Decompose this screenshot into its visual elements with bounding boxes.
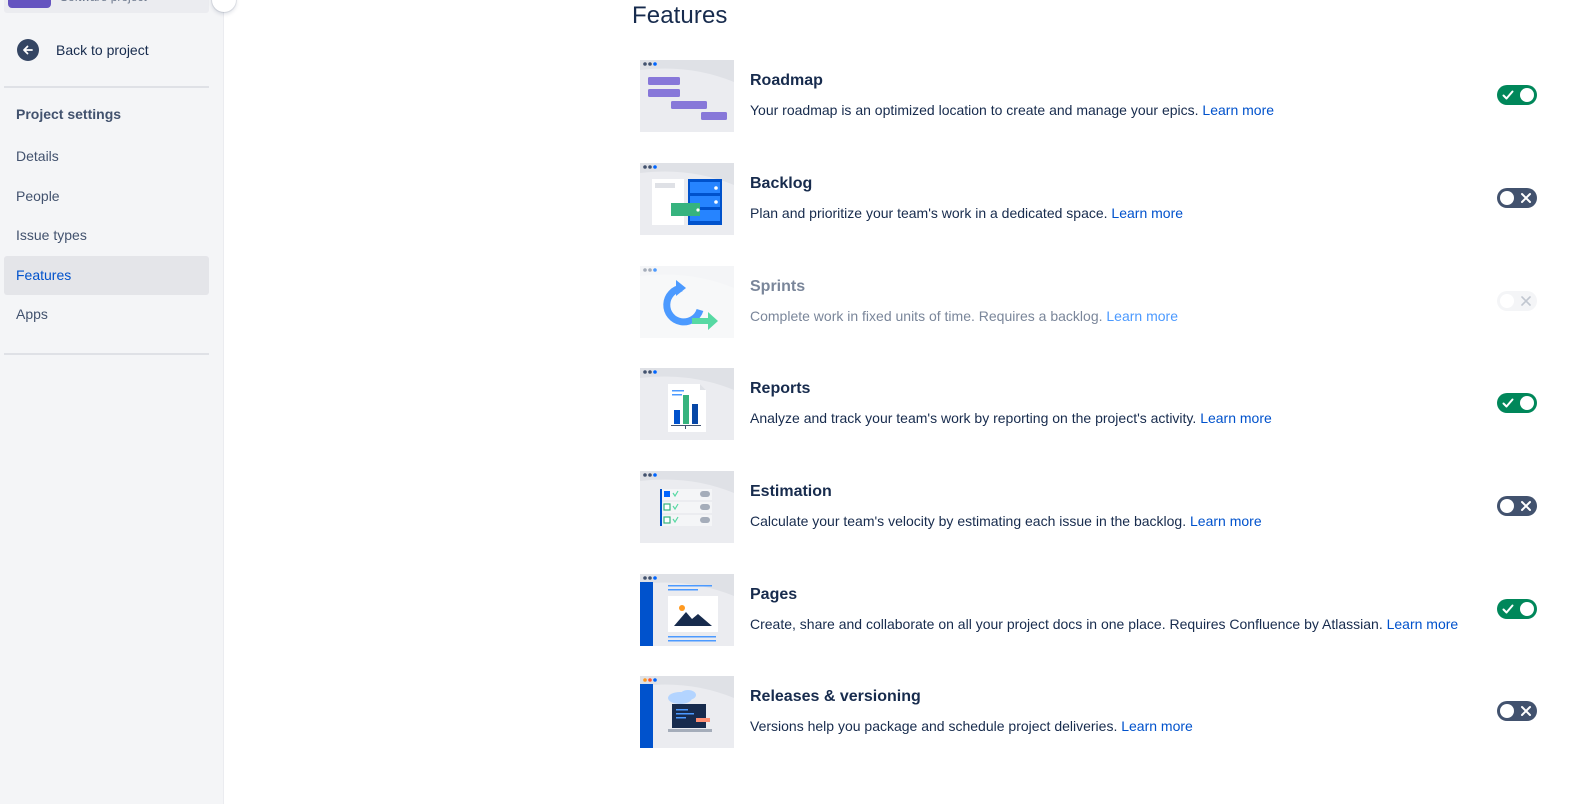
back-to-project-label: Back to project: [56, 42, 149, 58]
feature-toggle-releases[interactable]: [1497, 701, 1537, 721]
feature-title: Pages: [750, 586, 798, 603]
feature-row-reports: Reports Analyze and track your team's wo…: [640, 368, 1540, 440]
sidebar-item-details[interactable]: Details: [4, 137, 209, 177]
feature-title: Releases & versioning: [750, 688, 921, 705]
estimation-illustration-icon: [640, 471, 734, 543]
feature-description-text: Versions help you package and schedule p…: [750, 718, 1118, 734]
learn-more-link[interactable]: Learn more: [1200, 410, 1272, 426]
close-icon: [1521, 706, 1531, 716]
feature-row-roadmap: Roadmap Your roadmap is an optimized loc…: [640, 60, 1540, 132]
project-header[interactable]: Software project: [4, 0, 209, 13]
check-icon: [1502, 90, 1514, 100]
check-icon: [1502, 398, 1514, 408]
sidebar-heading: Project settings: [16, 106, 122, 122]
learn-more-link[interactable]: Learn more: [1106, 308, 1178, 324]
feature-row-releases: Releases & versioning Versions help you …: [640, 676, 1540, 748]
feature-toggle-backlog[interactable]: [1497, 188, 1537, 208]
feature-title: Roadmap: [750, 72, 823, 89]
project-type-label: Software project: [60, 0, 147, 4]
feature-title: Sprints: [750, 278, 806, 295]
learn-more-link[interactable]: Learn more: [1121, 718, 1193, 734]
project-sidebar: Software project Back to project Project…: [0, 0, 224, 804]
feature-description: Calculate your team's velocity by estima…: [750, 513, 1262, 529]
feature-row-estimation: Estimation Calculate your team's velocit…: [640, 471, 1540, 543]
roadmap-illustration-icon: [640, 60, 734, 132]
feature-description: Complete work in fixed units of time. Re…: [750, 308, 1178, 324]
page-title: Features: [632, 2, 728, 29]
toggle-knob: [1500, 191, 1514, 205]
feature-description: Analyze and track your team's work by re…: [750, 410, 1272, 426]
feature-toggle-sprints[interactable]: [1497, 291, 1537, 311]
feature-title: Reports: [750, 380, 811, 397]
learn-more-link[interactable]: Learn more: [1111, 205, 1183, 221]
pages-illustration-icon: [640, 574, 734, 646]
feature-description-text: Create, share and collaborate on all you…: [750, 616, 1383, 632]
learn-more-link[interactable]: Learn more: [1190, 513, 1262, 529]
backlog-illustration-icon: [640, 163, 734, 235]
feature-description: Plan and prioritize your team's work in …: [750, 205, 1183, 221]
back-to-project-link[interactable]: Back to project: [16, 38, 149, 62]
sidebar-item-features[interactable]: Features: [4, 255, 209, 295]
feature-description-text: Complete work in fixed units of time. Re…: [750, 308, 1103, 324]
sidebar-item-apps[interactable]: Apps: [4, 295, 209, 335]
settings-nav: Details People Issue types Features Apps: [4, 137, 209, 335]
sidebar-item-issue-types[interactable]: Issue types: [4, 216, 209, 256]
toggle-knob: [1500, 499, 1514, 513]
feature-toggle-pages[interactable]: [1497, 599, 1537, 619]
feature-description-text: Your roadmap is an optimized location to…: [750, 102, 1199, 118]
feature-description-text: Analyze and track your team's work by re…: [750, 410, 1197, 426]
toggle-knob: [1520, 602, 1534, 616]
sidebar-item-people[interactable]: People: [4, 177, 209, 217]
feature-description: Versions help you package and schedule p…: [750, 718, 1193, 734]
toggle-knob: [1520, 396, 1534, 410]
close-icon: [1521, 193, 1531, 203]
feature-description-text: Calculate your team's velocity by estima…: [750, 513, 1187, 529]
toggle-knob: [1500, 294, 1514, 308]
project-avatar: [8, 0, 51, 8]
close-icon: [1521, 296, 1531, 306]
reports-illustration-icon: [640, 368, 734, 440]
feature-row-sprints: Sprints Complete work in fixed units of …: [640, 266, 1540, 338]
check-icon: [1502, 604, 1514, 614]
feature-description-text: Plan and prioritize your team's work in …: [750, 205, 1108, 221]
feature-row-pages: Pages Create, share and collaborate on a…: [640, 574, 1540, 646]
feature-description: Create, share and collaborate on all you…: [750, 616, 1458, 632]
sidebar-divider: [4, 353, 209, 355]
learn-more-link[interactable]: Learn more: [1387, 616, 1459, 632]
sprints-illustration-icon: [640, 266, 734, 338]
feature-toggle-reports[interactable]: [1497, 393, 1537, 413]
feature-row-backlog: Backlog Plan and prioritize your team's …: [640, 163, 1540, 235]
feature-toggle-roadmap[interactable]: [1497, 85, 1537, 105]
feature-toggle-estimation[interactable]: [1497, 496, 1537, 516]
arrow-left-circle-icon: [17, 39, 39, 61]
feature-description: Your roadmap is an optimized location to…: [750, 102, 1274, 118]
close-icon: [1521, 501, 1531, 511]
toggle-knob: [1520, 88, 1534, 102]
toggle-knob: [1500, 704, 1514, 718]
feature-title: Estimation: [750, 483, 832, 500]
feature-title: Backlog: [750, 175, 813, 192]
sidebar-divider: [4, 86, 209, 88]
releases-illustration-icon: [640, 676, 734, 748]
learn-more-link[interactable]: Learn more: [1202, 102, 1274, 118]
